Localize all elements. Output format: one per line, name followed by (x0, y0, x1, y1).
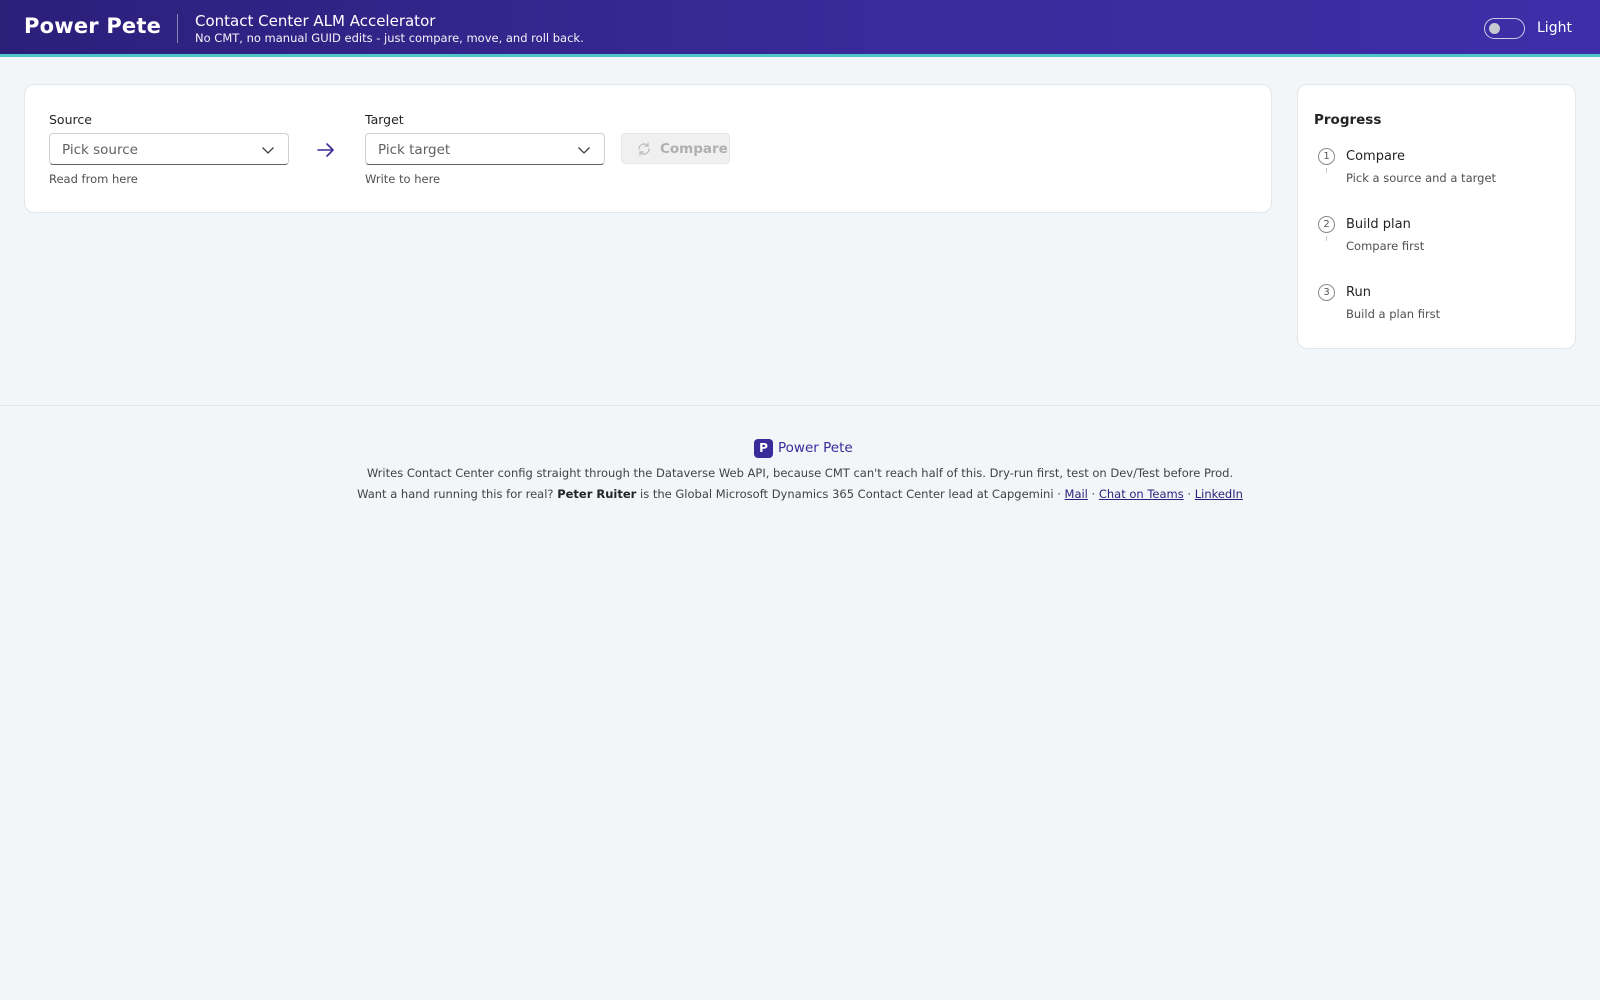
step-subtitle: Compare first (1346, 239, 1425, 253)
app-subtitle: No CMT, no manual GUID edits - just comp… (195, 31, 584, 45)
source-label: Source (49, 112, 92, 127)
sync-icon (638, 142, 650, 156)
app-header: Power Pete Contact Center ALM Accelerato… (0, 0, 1600, 57)
compare-button[interactable]: Compare (621, 133, 730, 164)
footer-contact-line: Want a hand running this for real? Peter… (0, 487, 1600, 501)
step-title: Run (1346, 285, 1371, 300)
source-select[interactable]: Pick source (49, 133, 289, 165)
footer-contact-prefix: Want a hand running this for real? (357, 487, 554, 501)
step-connector (1326, 168, 1327, 173)
step-subtitle: Build a plan first (1346, 307, 1441, 321)
chevron-down-icon (578, 147, 590, 154)
footer-separator: · (1187, 487, 1192, 501)
source-placeholder: Pick source (62, 142, 138, 158)
mail-link[interactable]: Mail (1065, 487, 1088, 501)
target-select[interactable]: Pick target (365, 133, 605, 165)
progress-title: Progress (1314, 112, 1382, 128)
step-title: Compare (1346, 149, 1405, 164)
step-connector (1326, 236, 1327, 241)
linkedin-link[interactable]: LinkedIn (1195, 487, 1243, 501)
footer-disclaimer: Writes Contact Center config straight th… (366, 466, 1234, 480)
step-title: Build plan (1346, 217, 1411, 232)
header-divider (177, 14, 178, 43)
footer-separator: · (1091, 487, 1096, 501)
brand-name: Power Pete (24, 14, 162, 38)
theme-label: Light (1537, 20, 1572, 36)
app-title: Contact Center ALM Accelerator (195, 12, 436, 30)
arrow-right-icon (317, 143, 334, 157)
footer-divider (0, 405, 1600, 406)
target-label: Target (365, 112, 404, 127)
compare-button-label: Compare (660, 141, 728, 157)
footer-brand-name: Power Pete (778, 440, 853, 456)
teams-chat-link[interactable]: Chat on Teams (1099, 487, 1184, 501)
chevron-down-icon (262, 147, 274, 154)
target-hint: Write to here (365, 172, 441, 186)
toggle-knob-icon (1489, 23, 1500, 34)
step-number: 2 (1318, 216, 1335, 233)
theme-toggle[interactable] (1484, 18, 1525, 39)
footer-contact-mid: is the Global Microsoft Dynamics 365 Con… (640, 487, 1061, 501)
step-subtitle: Pick a source and a target (1346, 171, 1497, 185)
footer-logo: P (754, 439, 773, 458)
step-number: 1 (1318, 148, 1335, 165)
source-hint: Read from here (49, 172, 138, 186)
target-placeholder: Pick target (378, 142, 451, 158)
step-number: 3 (1318, 284, 1335, 301)
progress-card: Progress 1 Compare Pick a source and a t… (1297, 84, 1576, 349)
footer-person-name: Peter Ruiter (557, 487, 637, 501)
